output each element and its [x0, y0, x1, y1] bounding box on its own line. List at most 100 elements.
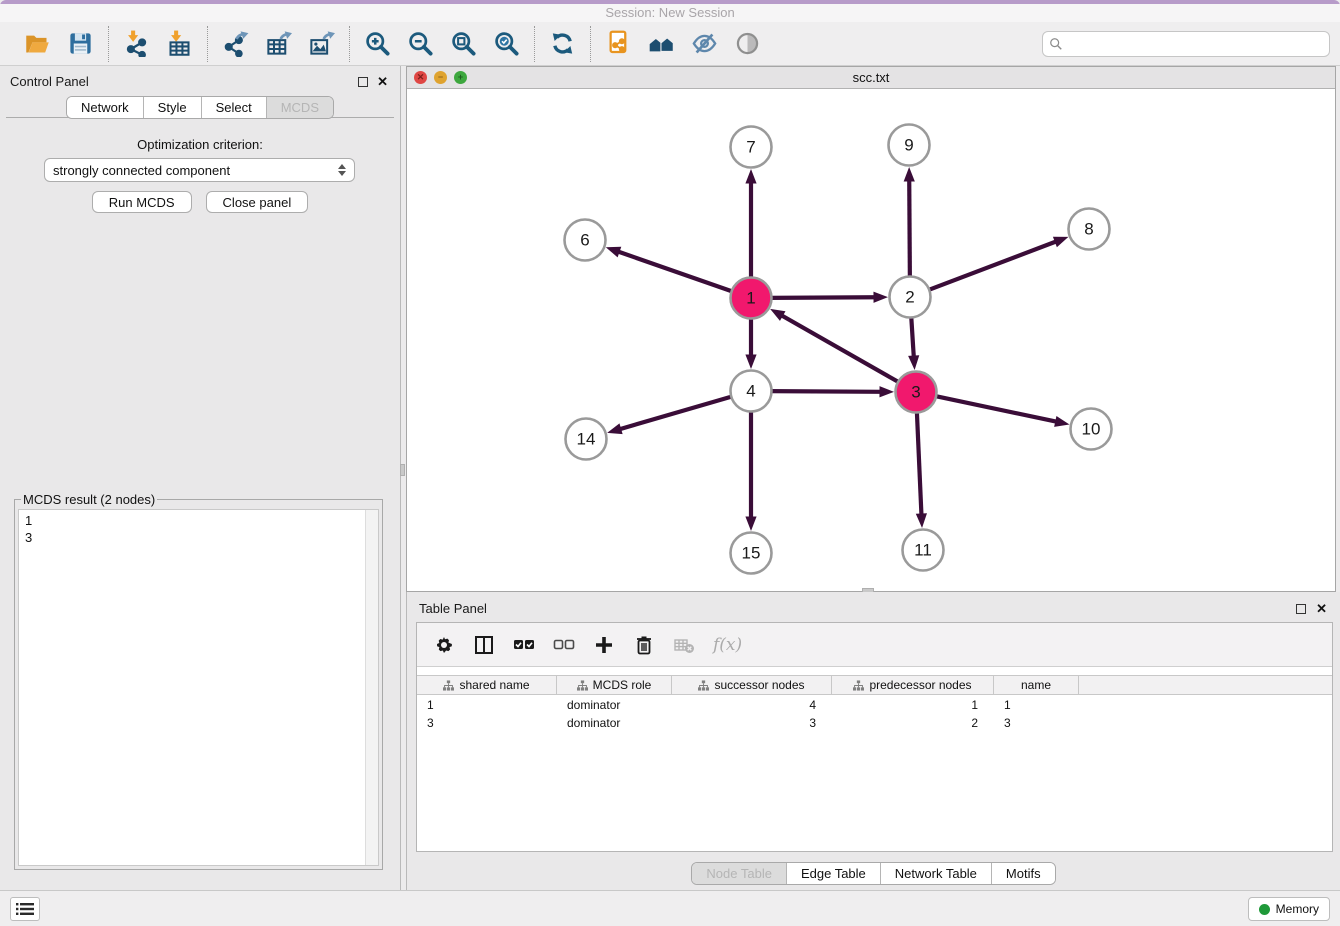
tab-mcds[interactable]: MCDS — [267, 97, 333, 118]
edge-arrowhead — [745, 355, 756, 370]
export-network-icon[interactable] — [222, 30, 249, 57]
zoom-selected-icon[interactable] — [493, 30, 520, 57]
show-all-eye-icon[interactable] — [734, 30, 761, 57]
column-label: name — [1021, 678, 1051, 692]
network-maximize-icon[interactable]: + — [454, 71, 467, 84]
column-hierarchy-icon — [698, 680, 709, 691]
tab-select[interactable]: Select — [202, 97, 267, 118]
add-column-icon[interactable] — [593, 634, 615, 656]
table-row[interactable]: 1dominator411 — [417, 697, 1332, 713]
hide-selected-eye-icon[interactable] — [691, 30, 718, 57]
control-panel-close-icon[interactable]: ✕ — [377, 77, 388, 87]
edge-arrowhead — [745, 517, 756, 532]
main-toolbar — [0, 22, 1340, 66]
graph-node-label: 15 — [742, 544, 761, 563]
zoom-fit-icon[interactable] — [450, 30, 477, 57]
edge-3-10[interactable] — [934, 396, 1057, 422]
save-session-icon[interactable] — [67, 30, 94, 57]
tab-edge-table[interactable]: Edge Table — [787, 863, 881, 884]
column-header-shared-name[interactable]: shared name — [417, 676, 557, 694]
network-from-selection-icon[interactable] — [605, 30, 632, 57]
edge-arrowhead — [879, 386, 894, 397]
tab-style[interactable]: Style — [144, 97, 202, 118]
graph-node-label: 10 — [1082, 420, 1101, 439]
tab-node-table[interactable]: Node Table — [692, 863, 787, 884]
table-settings-gear-icon[interactable] — [433, 634, 455, 656]
table-cell: 4 — [672, 697, 832, 713]
edge-arrowhead — [745, 169, 756, 184]
table-panel: Table Panel ✕ f(x) shared nameMCDS roles… — [406, 592, 1340, 890]
table-panel-float-icon[interactable] — [1296, 604, 1306, 614]
search-input[interactable] — [1067, 36, 1323, 51]
tab-network[interactable]: Network — [67, 97, 144, 118]
edge-4-14[interactable] — [619, 396, 733, 429]
column-label: shared name — [459, 678, 529, 692]
tab-motifs[interactable]: Motifs — [992, 863, 1055, 884]
list-icon — [16, 902, 34, 916]
memory-button-label: Memory — [1276, 902, 1319, 916]
table-panel-title: Table Panel — [419, 601, 487, 616]
export-image-icon[interactable] — [308, 30, 335, 57]
network-close-icon[interactable]: ✕ — [414, 71, 427, 84]
network-view-window: scc.txt ✕ − + 7968124314101511 — [406, 66, 1336, 592]
network-window-titlebar: scc.txt ✕ − + — [407, 67, 1335, 89]
edge-1-2[interactable] — [769, 297, 875, 298]
control-panel-title: Control Panel — [10, 74, 89, 89]
edge-arrowhead — [908, 355, 919, 370]
show-column-panel-icon[interactable] — [473, 634, 495, 656]
toolbar-search — [1042, 31, 1330, 57]
table-cell: 1 — [417, 697, 557, 713]
table-cell: 3 — [994, 715, 1079, 731]
node-table-rows: 1dominator4113dominator323 — [417, 697, 1332, 731]
column-label: MCDS role — [593, 678, 652, 692]
network-minimize-icon[interactable]: − — [434, 71, 447, 84]
graph-node-label: 2 — [905, 288, 914, 307]
edge-2-9[interactable] — [909, 179, 910, 278]
import-table-icon[interactable] — [166, 30, 193, 57]
deselect-all-columns-icon[interactable] — [553, 634, 575, 656]
column-header-mcds-role[interactable]: MCDS role — [557, 676, 672, 694]
edge-3-11[interactable] — [917, 410, 922, 515]
import-network-icon[interactable] — [123, 30, 150, 57]
edge-arrowhead — [770, 309, 785, 321]
edge-4-3[interactable] — [769, 391, 881, 392]
result-scrollbar[interactable] — [365, 510, 378, 865]
close-panel-button[interactable]: Close panel — [206, 191, 309, 213]
criterion-select[interactable]: strongly connected component — [44, 158, 355, 182]
tab-network-table[interactable]: Network Table — [881, 863, 992, 884]
delete-column-trash-icon[interactable] — [633, 634, 655, 656]
column-header-name[interactable]: name — [994, 676, 1079, 694]
edge-arrowhead — [1053, 237, 1069, 247]
graph-node-label: 14 — [577, 430, 596, 449]
column-header-predecessor-nodes[interactable]: predecessor nodes — [832, 676, 994, 694]
table-panel-close-icon[interactable]: ✕ — [1316, 604, 1327, 614]
edge-2-3[interactable] — [911, 315, 914, 357]
column-hierarchy-icon — [443, 680, 454, 691]
delete-table-icon — [673, 634, 695, 656]
zoom-in-icon[interactable] — [364, 30, 391, 57]
first-neighbors-icon[interactable] — [648, 30, 675, 57]
export-table-icon[interactable] — [265, 30, 292, 57]
edge-1-6[interactable] — [618, 251, 734, 292]
control-panel-float-icon[interactable] — [358, 77, 368, 87]
open-session-icon[interactable] — [24, 30, 51, 57]
zoom-out-icon[interactable] — [407, 30, 434, 57]
run-mcds-button[interactable]: Run MCDS — [92, 191, 192, 213]
select-all-columns-icon[interactable] — [513, 634, 535, 656]
session-group — [10, 30, 108, 57]
task-history-button[interactable] — [10, 897, 40, 921]
edge-3-1[interactable] — [781, 315, 900, 383]
criterion-select-value: strongly connected component — [53, 163, 230, 178]
mcds-result-box[interactable]: 13 — [18, 509, 379, 866]
network-canvas[interactable]: 7968124314101511 — [407, 89, 1335, 591]
column-header-successor-nodes[interactable]: successor nodes — [672, 676, 832, 694]
memory-status-dot — [1259, 904, 1270, 915]
edge-2-8[interactable] — [927, 241, 1056, 290]
vertical-split-handle[interactable] — [400, 464, 405, 476]
table-row[interactable]: 3dominator323 — [417, 715, 1332, 731]
refresh-icon[interactable] — [549, 30, 576, 57]
memory-button[interactable]: Memory — [1248, 897, 1330, 921]
edge-arrowhead — [904, 167, 915, 182]
graph-node-label: 1 — [746, 289, 755, 308]
edge-arrowhead — [606, 247, 622, 258]
